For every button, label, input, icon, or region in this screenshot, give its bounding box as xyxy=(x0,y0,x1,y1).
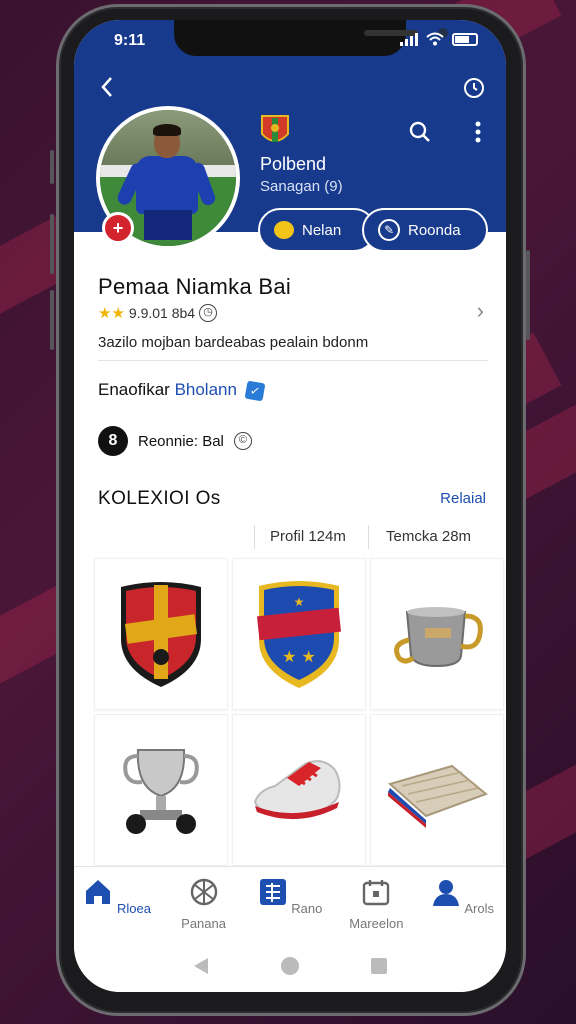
tab-calendar[interactable]: Mareelon xyxy=(338,877,414,940)
tab-matches[interactable]: Panana xyxy=(166,877,242,940)
star-icon: ★★ xyxy=(98,305,125,322)
tab-label: Panana xyxy=(181,916,226,931)
status-time: 9:11 xyxy=(114,32,146,49)
calendar-icon xyxy=(363,880,390,906)
nav-back-icon[interactable] xyxy=(192,957,210,975)
ball-icon xyxy=(190,878,217,906)
history-clock-icon[interactable] xyxy=(462,76,486,106)
trophy-cup-icon xyxy=(123,749,199,834)
tab-collection[interactable]: Rano xyxy=(252,877,328,940)
clock-small-icon: ◷ xyxy=(199,304,218,322)
tab-label: Rano xyxy=(291,901,323,916)
collection-col-profil[interactable]: Profil 124m xyxy=(270,528,346,545)
record-label: Roonda xyxy=(408,221,461,239)
column-separator xyxy=(254,525,255,549)
phone-volume-down xyxy=(50,290,54,350)
verified-prefix: Enaofikar xyxy=(98,380,170,399)
battery-icon xyxy=(452,32,478,46)
tab-label: Arols xyxy=(464,901,495,916)
search-icon[interactable] xyxy=(408,120,432,150)
collection-item[interactable] xyxy=(94,558,228,710)
rating-value: 9.9.01 8b4 xyxy=(128,305,196,321)
verified-row: Enaofikar Bholann ✓ xyxy=(98,380,266,402)
signal-icon xyxy=(400,32,418,46)
wifi-icon xyxy=(426,32,444,46)
notch xyxy=(174,20,448,56)
rating-row: ★★ 9.9.01 8b4 ◷ xyxy=(98,304,218,322)
club-name: Polbend xyxy=(260,154,327,174)
coin-icon xyxy=(274,221,294,239)
position-icon: 8 xyxy=(98,426,128,456)
phone-mute-switch xyxy=(50,150,54,184)
collection-grid: ★ ★ ★ xyxy=(94,558,506,866)
club-subtitle: Sanagan (9) xyxy=(260,178,343,195)
collection-item[interactable] xyxy=(370,558,504,710)
phone-power-button xyxy=(526,250,530,340)
collection-see-all-link[interactable]: Relaial xyxy=(440,490,486,507)
tab-label: Mareelon xyxy=(349,916,404,931)
info-icon[interactable]: © xyxy=(233,432,252,450)
nationality-flag-icon: + xyxy=(102,212,134,244)
status-icons xyxy=(400,32,478,46)
collection-item[interactable]: ★ ★ ★ xyxy=(232,558,366,710)
home-icon xyxy=(86,880,111,904)
tab-profile[interactable]: Arols xyxy=(425,877,501,940)
person-icon xyxy=(433,880,460,906)
tab-home[interactable]: Rloea xyxy=(79,877,155,940)
folded-jersey-icon xyxy=(387,764,488,828)
back-arrow-icon[interactable] xyxy=(100,76,114,104)
position-row: 8 Reonnie: Bal © xyxy=(98,426,252,456)
collection-title: KOLEXIOI Os xyxy=(98,488,221,509)
club-shield-badge-icon xyxy=(121,582,201,687)
red-sneaker-icon xyxy=(253,760,341,820)
more-vertical-icon[interactable] xyxy=(474,120,482,150)
nav-home-icon[interactable] xyxy=(280,956,300,976)
grid-icon xyxy=(259,879,286,905)
collection-item[interactable] xyxy=(232,714,366,866)
player-description: 3azilo mojban bardeabas pealain bdonm xyxy=(98,334,369,351)
tab-label: Rloea xyxy=(117,901,151,916)
follow-label: Nelan xyxy=(302,221,342,239)
verified-check-icon: ✓ xyxy=(244,380,266,402)
collection-col-temcka[interactable]: Temcka 28m xyxy=(386,528,471,545)
collection-item[interactable] xyxy=(370,714,504,866)
column-separator xyxy=(368,525,369,549)
verified-link[interactable]: Bholann xyxy=(175,380,237,399)
edit-icon: ✎ xyxy=(378,219,400,241)
system-nav-bar xyxy=(74,940,506,992)
follow-button[interactable]: Nelan xyxy=(258,208,376,252)
position-text: Reonnie: Bal xyxy=(138,432,224,450)
club-crest-icon xyxy=(261,115,289,142)
record-button[interactable]: ✎ Roonda xyxy=(362,208,488,252)
collection-item[interactable] xyxy=(94,714,228,866)
silver-cup-icon xyxy=(394,607,483,668)
svg-text:★: ★ xyxy=(294,595,305,609)
star-shield-badge-icon: ★ ★ ★ xyxy=(256,581,342,688)
bottom-tab-bar: Rloea Panana Rano Mareelon Arols xyxy=(74,866,506,940)
nav-recents-icon[interactable] xyxy=(370,957,388,975)
divider xyxy=(98,360,488,361)
app-screen: 9:11 + Polbend Sanagan (9) Nelan ✎ Roond… xyxy=(74,20,506,992)
phone-volume-up xyxy=(50,214,54,274)
chevron-right-icon[interactable]: › xyxy=(477,298,484,324)
svg-text:★ ★: ★ ★ xyxy=(282,647,316,666)
player-name: Pemaa Niamka Bai xyxy=(98,274,292,299)
